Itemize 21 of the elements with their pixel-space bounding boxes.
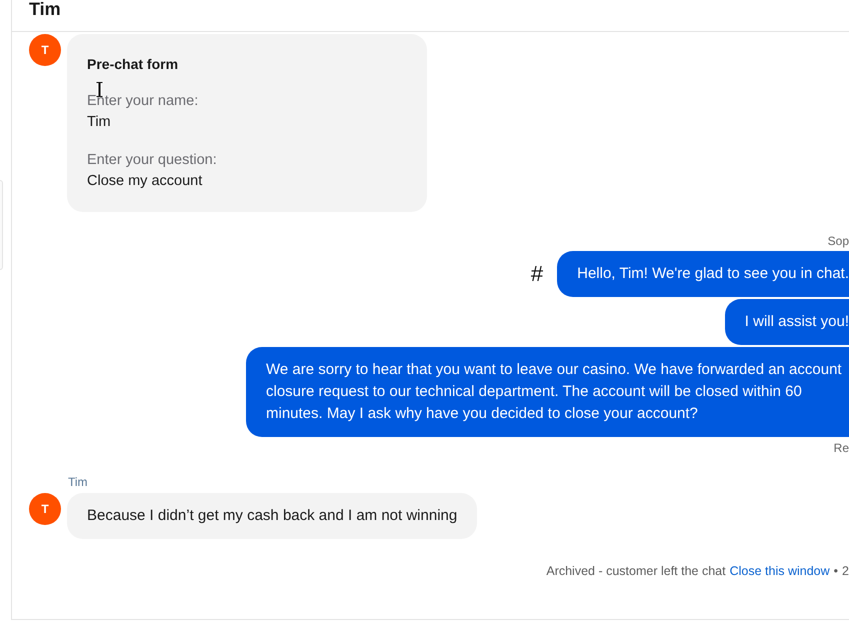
message-bubble: We are sorry to hear that you want to leave our casino. We have forwarded an account closure request to our technical department. The account will be closed within 60 minutes. May I ask why have you decided to close your account? bbox=[246, 347, 849, 437]
archived-status: Archived - customer left the chat bbox=[546, 563, 726, 579]
avatar-initial: T bbox=[29, 34, 61, 66]
text-cursor-icon bbox=[96, 82, 103, 97]
message-bubble: Hello, Tim! We're glad to see you in chat. bbox=[557, 251, 849, 297]
hash-symbol: # bbox=[530, 263, 544, 285]
chat-title: Tim bbox=[29, 0, 61, 18]
field-label: Enter your name: bbox=[87, 92, 200, 111]
message-bubble: I will assist you! bbox=[724, 299, 849, 345]
form-title: Pre-chat form bbox=[87, 55, 180, 74]
field-label: Enter your question: bbox=[87, 151, 218, 170]
message-bubble: Because I didn’t get my cash back and I am not winning bbox=[67, 493, 478, 539]
agent-name: Sop bbox=[828, 234, 849, 248]
customer-name: Tim bbox=[68, 475, 88, 489]
time-text: 2 bbox=[842, 563, 849, 579]
avatar-initial: T bbox=[29, 493, 61, 525]
field-value: Close my account bbox=[87, 172, 204, 191]
field-value: Tim bbox=[87, 113, 112, 132]
read-status: Re bbox=[834, 441, 849, 455]
close-window-link[interactable]: Close this window bbox=[730, 563, 830, 579]
separator-dot: • bbox=[834, 563, 838, 579]
